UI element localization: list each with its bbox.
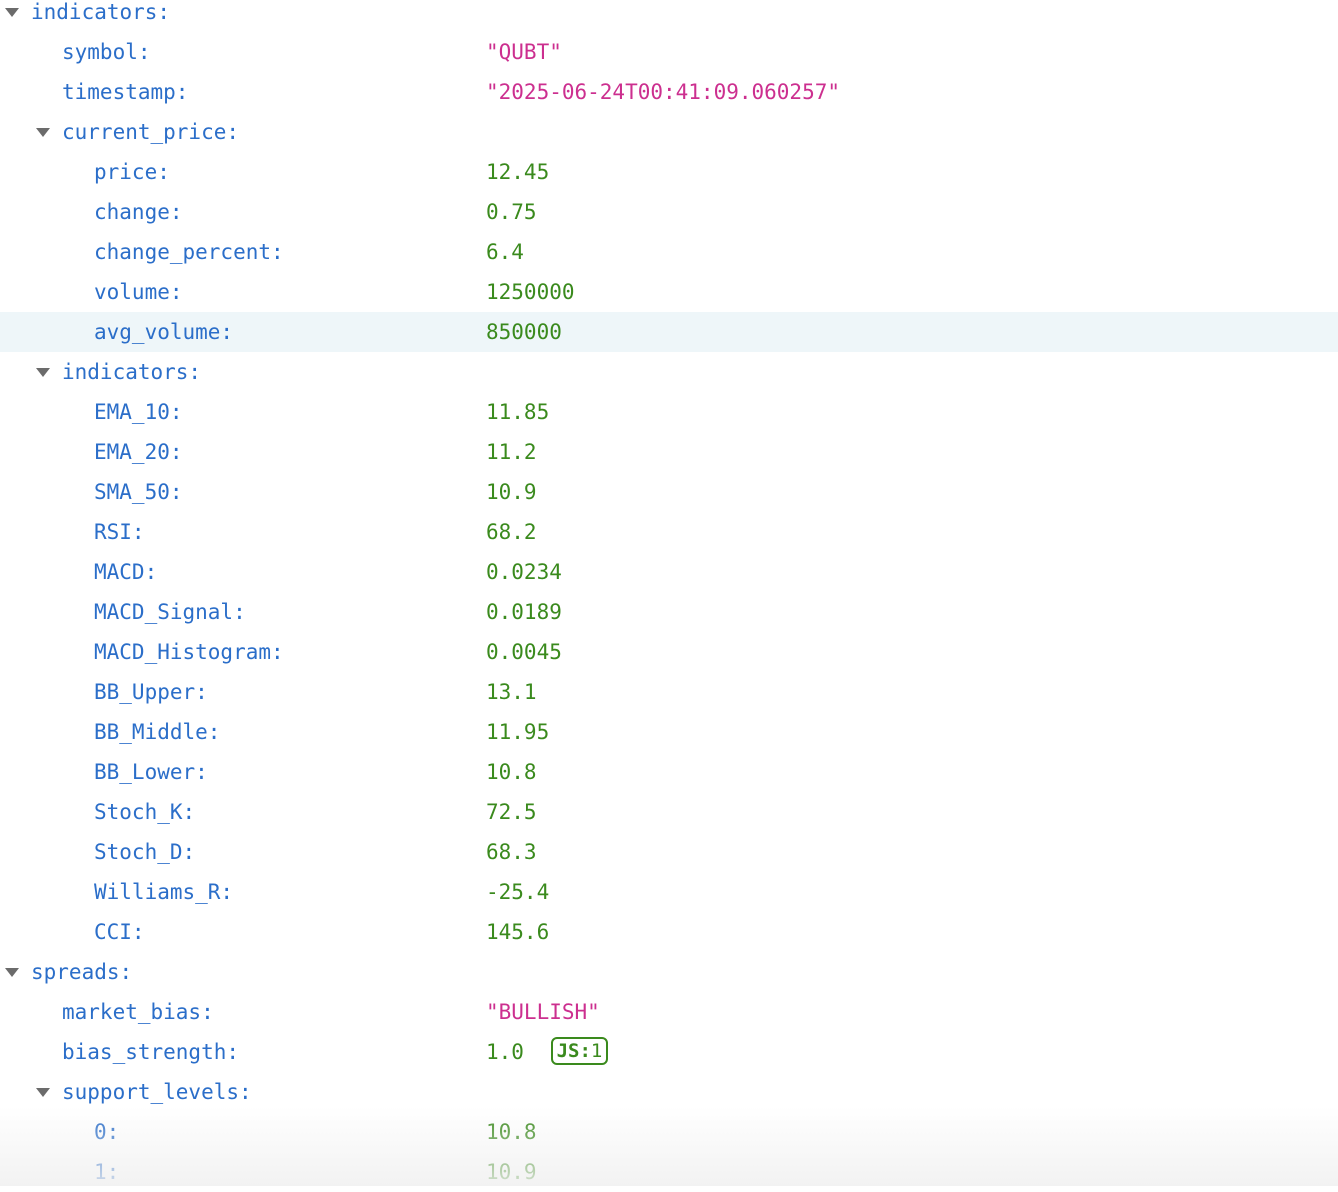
tree-row-bb-lower[interactable]: BB_Lower: 10.8 — [0, 752, 1338, 792]
tree-row-bb-upper[interactable]: BB_Upper: 13.1 — [0, 672, 1338, 712]
js-badge-value: 1 — [590, 1040, 603, 1062]
tree-row-indicators-nested[interactable]: indicators: — [0, 352, 1338, 392]
key-label: price: — [94, 160, 170, 184]
tree-row-williams-r[interactable]: Williams_R: -25.4 — [0, 872, 1338, 912]
key-label: MACD_Histogram: — [94, 640, 284, 664]
number-value: 10.8 — [486, 1120, 537, 1144]
number-value: 12.45 — [486, 160, 550, 184]
key-label: volume: — [94, 280, 183, 304]
key-label: BB_Middle: — [94, 720, 221, 744]
collapse-arrow-icon[interactable] — [36, 1088, 50, 1097]
tree-row-price[interactable]: price: 12.45 — [0, 152, 1338, 192]
key-label: indicators: — [62, 360, 202, 384]
tree-row-volume[interactable]: volume: 1250000 — [0, 272, 1338, 312]
tree-row-timestamp[interactable]: timestamp: "2025-06-24T00:41:09.060257" — [0, 72, 1338, 112]
key-label: spreads: — [31, 960, 133, 984]
key-label: BB_Upper: — [94, 680, 208, 704]
key-label: timestamp: — [62, 80, 189, 104]
number-value: 68.2 — [486, 520, 537, 544]
tree-row-spreads[interactable]: spreads: — [0, 952, 1338, 992]
collapse-arrow-icon[interactable] — [36, 128, 50, 137]
number-value: 72.5 — [486, 800, 537, 824]
number-value: 10.8 — [486, 760, 537, 784]
key-label: indicators: — [31, 0, 171, 24]
tree-row-symbol[interactable]: symbol: "QUBT" — [0, 32, 1338, 72]
number-value: 850000 — [486, 320, 562, 344]
tree-row-support-1[interactable]: 1: 10.9 — [0, 1152, 1338, 1192]
tree-row-stoch-d[interactable]: Stoch_D: 68.3 — [0, 832, 1338, 872]
number-value: 11.95 — [486, 720, 550, 744]
tree-row-current-price[interactable]: current_price: — [0, 112, 1338, 152]
key-label: market_bias: — [62, 1000, 214, 1024]
key-label: 0: — [94, 1120, 120, 1144]
tree-row-ema-10[interactable]: EMA_10: 11.85 — [0, 392, 1338, 432]
number-value: 0.0045 — [486, 640, 562, 664]
number-value: 1250000 — [486, 280, 575, 304]
key-label: Stoch_K: — [94, 800, 196, 824]
key-label: 1: — [94, 1160, 120, 1184]
tree-row-bb-middle[interactable]: BB_Middle: 11.95 — [0, 712, 1338, 752]
tree-row-macd-signal[interactable]: MACD_Signal: 0.0189 — [0, 592, 1338, 632]
number-value: 0.75 — [486, 200, 537, 224]
number-value: 68.3 — [486, 840, 537, 864]
number-value: 10.9 — [486, 1160, 537, 1184]
collapse-arrow-icon[interactable] — [5, 968, 19, 977]
key-label: current_price: — [62, 120, 240, 144]
tree-row-rsi[interactable]: RSI: 68.2 — [0, 512, 1338, 552]
key-label: EMA_10: — [94, 400, 183, 424]
number-value: 0.0234 — [486, 560, 562, 584]
tree-row-bias-strength[interactable]: bias_strength: 1.0 JS:1 — [0, 1032, 1338, 1072]
number-value: 13.1 — [486, 680, 537, 704]
key-label: avg_volume: — [94, 320, 234, 344]
tree-row-cci[interactable]: CCI: 145.6 — [0, 912, 1338, 952]
string-value: "QUBT" — [486, 40, 562, 64]
key-label: RSI: — [94, 520, 145, 544]
tree-row-macd[interactable]: MACD: 0.0234 — [0, 552, 1338, 592]
number-value: 11.2 — [486, 440, 537, 464]
number-value: -25.4 — [486, 880, 550, 904]
tree-row-change-percent[interactable]: change_percent: 6.4 — [0, 232, 1338, 272]
number-value: 11.85 — [486, 400, 550, 424]
key-label: change_percent: — [94, 240, 284, 264]
number-value: 1.0 — [486, 1040, 524, 1064]
json-tree-viewer: indicators: symbol: "QUBT" timestamp: "2… — [0, 0, 1338, 1192]
key-label: support_levels: — [62, 1080, 252, 1104]
key-label: Stoch_D: — [94, 840, 196, 864]
key-label: change: — [94, 200, 183, 224]
key-label: MACD_Signal: — [94, 600, 246, 624]
number-value: 0.0189 — [486, 600, 562, 624]
tree-row-macd-histogram[interactable]: MACD_Histogram: 0.0045 — [0, 632, 1338, 672]
key-label: SMA_50: — [94, 480, 183, 504]
number-value: 145.6 — [486, 920, 550, 944]
tree-row-sma-50[interactable]: SMA_50: 10.9 — [0, 472, 1338, 512]
tree-row-ema-20[interactable]: EMA_20: 11.2 — [0, 432, 1338, 472]
number-value: 10.9 — [486, 480, 537, 504]
collapse-arrow-icon[interactable] — [5, 8, 19, 17]
key-label: Williams_R: — [94, 880, 234, 904]
tree-row-market-bias[interactable]: market_bias: "BULLISH" — [0, 992, 1338, 1032]
key-label: bias_strength: — [62, 1040, 240, 1064]
tree-row-change[interactable]: change: 0.75 — [0, 192, 1338, 232]
number-value: 6.4 — [486, 240, 524, 264]
key-label: symbol: — [62, 40, 151, 64]
js-badge-label: JS: — [556, 1040, 591, 1062]
key-label: BB_Lower: — [94, 760, 208, 784]
key-label: EMA_20: — [94, 440, 183, 464]
collapse-arrow-icon[interactable] — [36, 368, 50, 377]
string-value: "BULLISH" — [486, 1000, 600, 1024]
key-label: CCI: — [94, 920, 145, 944]
tree-row-indicators[interactable]: indicators: — [0, 0, 1338, 32]
tree-row-support-levels[interactable]: support_levels: — [0, 1072, 1338, 1112]
js-value-badge: JS:1 — [550, 1037, 609, 1065]
tree-row-stoch-k[interactable]: Stoch_K: 72.5 — [0, 792, 1338, 832]
tree-row-support-0[interactable]: 0: 10.8 — [0, 1112, 1338, 1152]
string-value: "2025-06-24T00:41:09.060257" — [486, 80, 841, 104]
key-label: MACD: — [94, 560, 158, 584]
tree-row-avg-volume[interactable]: avg_volume: 850000 — [0, 312, 1338, 352]
number-value-group: 1.0 JS:1 — [486, 1032, 609, 1072]
